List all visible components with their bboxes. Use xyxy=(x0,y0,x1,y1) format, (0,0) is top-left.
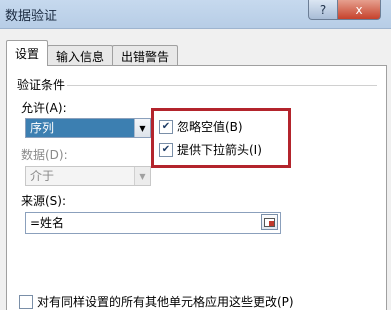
source-label: 来源(S): xyxy=(21,194,67,208)
tab-settings[interactable]: 设置 xyxy=(6,40,49,66)
help-button[interactable]: ? xyxy=(308,0,338,20)
ignore-blank-label: 忽略空值(B) xyxy=(177,120,243,134)
settings-panel: 验证条件 允许(A): 序列 ▼ 数据(D): 介于 ▼ ✔ 忽略空值(B) ✔… xyxy=(6,65,387,310)
close-button[interactable]: x xyxy=(338,0,381,20)
check-icon[interactable]: ✔ xyxy=(159,119,173,134)
allow-value: 序列 xyxy=(26,119,134,137)
chevron-down-icon[interactable]: ▼ xyxy=(134,119,150,137)
section-title: 验证条件 xyxy=(17,78,66,92)
title-buttons: ? x xyxy=(308,0,381,20)
tab-input-message[interactable]: 输入信息 xyxy=(47,45,114,66)
ignore-blank-option[interactable]: ✔ 忽略空值(B) xyxy=(159,118,243,135)
section-divider xyxy=(67,85,377,86)
in-cell-dropdown-option[interactable]: ✔ 提供下拉箭头(I) xyxy=(159,141,262,158)
checkbox-empty[interactable] xyxy=(19,294,33,309)
data-value: 介于 xyxy=(30,169,55,183)
source-input[interactable]: =姓名 xyxy=(25,212,281,234)
data-select: 介于 ▼ xyxy=(25,166,151,186)
data-label: 数据(D): xyxy=(21,148,68,162)
tab-strip: 设置 输入信息 出错警告 xyxy=(6,40,179,66)
range-arrow-shape xyxy=(269,221,274,226)
highlight-box xyxy=(151,108,291,168)
apply-all-label: 对有同样设置的所有其他单元格应用这些更改(P) xyxy=(37,295,294,309)
tab-error-alert[interactable]: 出错警告 xyxy=(112,45,179,66)
in-cell-dropdown-label: 提供下拉箭头(I) xyxy=(177,143,262,157)
range-select-icon[interactable] xyxy=(261,214,278,230)
window-title: 数据验证 xyxy=(5,9,58,24)
apply-all-option[interactable]: 对有同样设置的所有其他单元格应用这些更改(P) xyxy=(19,293,294,310)
allow-select[interactable]: 序列 ▼ xyxy=(25,118,151,138)
allow-label: 允许(A): xyxy=(21,101,67,115)
check-icon[interactable]: ✔ xyxy=(159,142,173,157)
chevron-down-icon: ▼ xyxy=(134,167,150,185)
title-bar: 数据验证 ? x xyxy=(0,0,391,29)
